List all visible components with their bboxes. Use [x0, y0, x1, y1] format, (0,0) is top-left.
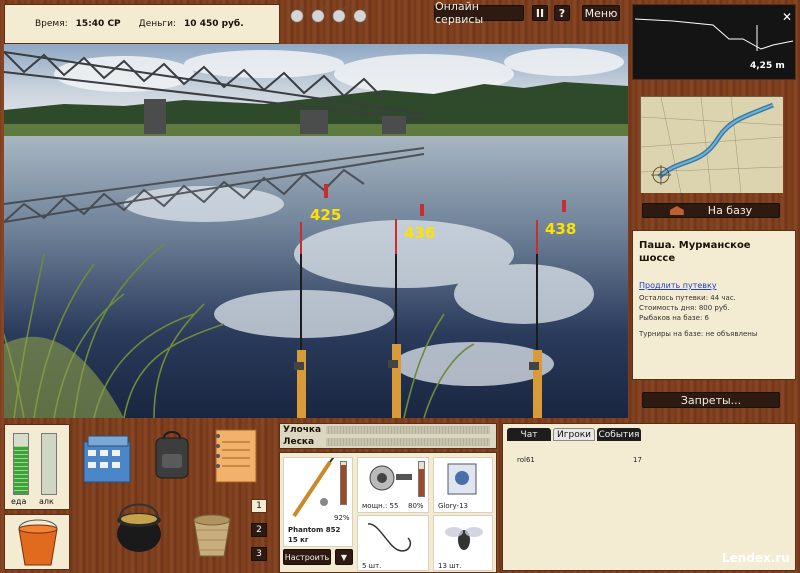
tab-players[interactable]: Игроки [553, 428, 595, 441]
reel-power: мощн.: 55 [362, 502, 399, 510]
go-to-base-button[interactable]: На базу [642, 203, 780, 218]
player-value: 17 [633, 456, 642, 464]
setup-button[interactable]: Настроить [283, 549, 331, 565]
alcohol-gauge [41, 433, 57, 495]
watermark: Lendex.ru [722, 551, 790, 565]
rod-3-depth: 438 [545, 220, 577, 238]
fly-icon [445, 527, 483, 550]
rod-name: Phantom 852 [288, 526, 341, 534]
tackle-panel: Phantom 852 15 кг 92% мощн.: 55 80% Glor… [279, 452, 497, 573]
money-value: 10 450 руб. [184, 19, 244, 29]
bait-icon [447, 463, 477, 495]
backpack-icon[interactable] [150, 430, 194, 482]
map-drawing [640, 96, 784, 194]
alcohol-label: алк [39, 497, 54, 506]
setup-dropdown-button[interactable]: ▼ [335, 549, 353, 565]
tackle-box-icon[interactable] [82, 428, 134, 488]
time-label: Время: [35, 19, 68, 29]
go-to-base-label: На базу [707, 204, 753, 217]
day-cost: Стоимость дня: 800 руб. [639, 304, 730, 312]
bait-name: Glory-13 [438, 502, 468, 510]
tab-chat[interactable]: Чат [507, 428, 551, 441]
bucket-slot[interactable] [4, 514, 70, 570]
needs-gauges: еда алк [4, 424, 70, 510]
rod-select-3[interactable]: 3 [251, 547, 267, 561]
pause-button[interactable]: II [532, 5, 548, 21]
bait-indicator-group [288, 6, 374, 24]
hook-slot[interactable]: 5 шт. [357, 515, 429, 571]
chat-panel: Чат Игроки События rol61 17 [502, 423, 796, 571]
rod-weight: 15 кг [288, 536, 309, 544]
pot-icon[interactable] [112, 498, 166, 558]
permit-remaining: Осталось путевки: 44 час. [639, 294, 736, 302]
food-gauge-fill [14, 446, 28, 494]
reel-percent: 80% [408, 502, 424, 510]
fish-basket-icon[interactable] [184, 500, 240, 560]
bucket-icon [18, 519, 58, 566]
location-title: Паша. Мурманское шоссе [639, 240, 751, 264]
fly-slot[interactable]: 13 шт. [433, 515, 493, 571]
fly-count: 13 шт. [438, 562, 462, 570]
catch-label: Улочка [283, 425, 322, 435]
rod-wear-bar [340, 461, 347, 505]
hook-count: 5 шт. [362, 562, 382, 570]
catch-bar [326, 426, 490, 434]
tab-events[interactable]: События [597, 428, 641, 441]
line-bar [326, 438, 490, 446]
rod-percent: 92% [334, 514, 350, 522]
reel-wear-bar [418, 461, 425, 497]
status-panel: Время: 15:40 СР Деньги: 10 450 руб. [4, 4, 280, 44]
restrictions-button[interactable]: Запреты... [642, 392, 780, 408]
close-icon[interactable]: ✕ [782, 10, 792, 24]
food-label: еда [11, 497, 27, 506]
rod-2-depth: 436 [404, 224, 436, 242]
tournaments-info: Турниры на базе: не объявлены [639, 330, 758, 338]
food-gauge [13, 433, 29, 495]
scene-art [4, 44, 628, 418]
location-map[interactable] [640, 96, 784, 194]
rod-1-depth: 425 [310, 206, 342, 224]
menu-button[interactable]: Меню [582, 5, 620, 21]
line-label: Леска [283, 437, 315, 447]
player-name[interactable]: rol61 [517, 456, 535, 464]
rod-select-1[interactable]: 1 [251, 499, 267, 513]
help-button[interactable]: ? [554, 5, 570, 21]
fishers-count: Рыбаков на базе: 6 [639, 314, 709, 322]
notebook-icon[interactable] [210, 426, 260, 486]
house-icon [669, 206, 684, 215]
money-label: Деньги: [138, 19, 177, 29]
extend-permit-link[interactable]: Продлить путевку [639, 281, 789, 290]
player-list: rol61 17 [517, 456, 657, 464]
hook-icon [367, 523, 412, 552]
fishing-scene[interactable]: 425 436 438 [4, 44, 628, 418]
online-services-button[interactable]: Онлайн сервисы [434, 0, 524, 26]
time-value: 15:40 СР [75, 19, 121, 29]
tackle-status: Улочка Леска [279, 423, 497, 449]
rod-select-2[interactable]: 2 [251, 523, 267, 537]
location-info: Паша. Мурманское шоссе Продлить путевку … [632, 230, 796, 380]
lure-icons [290, 6, 368, 23]
depth-value: 4,25 m [750, 61, 785, 71]
bait-slot[interactable]: Glory-13 [433, 457, 493, 513]
